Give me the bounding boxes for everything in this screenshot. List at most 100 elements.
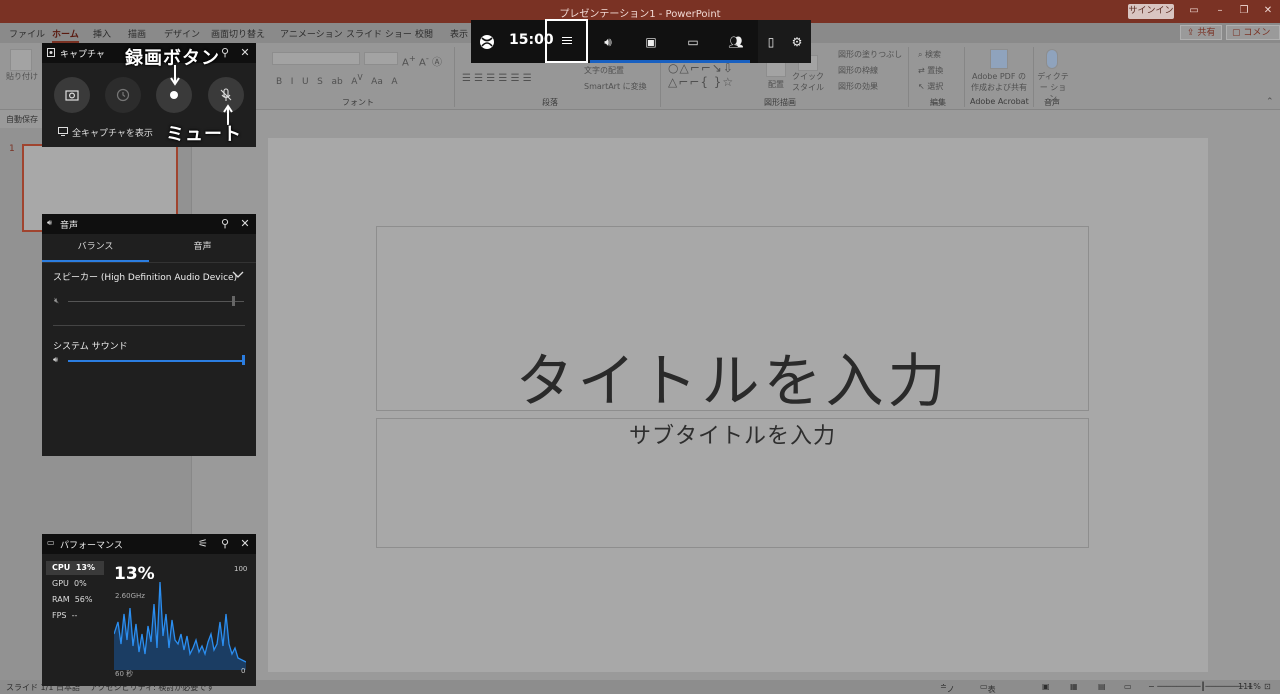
shape-outline-button[interactable]: 図形の枠線 [838, 65, 878, 76]
comment-button[interactable]: ▢ コメント [1226, 25, 1280, 53]
system-sound-label: システム サウンド [53, 342, 128, 352]
device-volume-slider[interactable] [68, 301, 244, 302]
drawing-group-label: 図形描画 [764, 98, 796, 107]
pin-icon[interactable]: ⚲ [218, 45, 232, 61]
share-label: 共有 [1197, 28, 1216, 38]
tab-file[interactable]: ファイル [9, 27, 45, 40]
audio-widget-icon[interactable]: 🔊︎ [598, 32, 618, 52]
signin-button[interactable]: サインイン [1128, 4, 1174, 19]
reading-view-icon[interactable]: ▤ [1098, 682, 1106, 691]
dictate-icon[interactable] [1046, 49, 1058, 69]
shapes-gallery[interactable]: ○△⌐⌐↘⇩ △⌐⌐{ }☆ [668, 61, 734, 89]
widget-menu-button[interactable] [545, 19, 588, 63]
tab-animations[interactable]: アニメーション [280, 27, 343, 40]
paragraph-align-icons[interactable]: ☰ ☰ ☰ ☰ ☰ ☰ [462, 73, 532, 84]
replace-button[interactable]: ⇄ 置換 [918, 65, 943, 76]
chevron-down-icon[interactable] [232, 268, 244, 280]
gallery-icon [58, 127, 68, 136]
tab-voice[interactable]: 音声 [149, 234, 256, 262]
system-speaker-icon[interactable]: 🔊︎ [53, 355, 58, 365]
mouse-icon[interactable]: ▯ [761, 32, 781, 52]
cpu-usage-graph [114, 581, 246, 670]
screenshot-button[interactable] [54, 77, 90, 113]
system-volume-thumb[interactable] [242, 355, 245, 365]
stat-label: CPU [52, 563, 71, 572]
stat-ram[interactable]: RAM 56% [46, 593, 104, 607]
xbox-logo-icon[interactable] [479, 34, 495, 50]
pin-icon[interactable]: ⚲ [218, 216, 232, 232]
replace-label: 置換 [927, 66, 944, 75]
font-grow-icon[interactable]: A+ A- Ⓐ [402, 53, 442, 68]
record-last-button[interactable] [105, 77, 141, 113]
tab-balance[interactable]: バランス [42, 234, 149, 262]
voice-group-label: 音声 [1044, 98, 1060, 107]
font-name-select[interactable] [272, 52, 360, 65]
tab-slideshow[interactable]: スライド ショー [346, 27, 412, 40]
slide-subtitle-text[interactable]: サブタイトルを入力 [376, 418, 1089, 450]
slide-canvas: タイトルを入力 サブタイトルを入力 [268, 138, 1208, 672]
social-widget-icon[interactable]: 👥︎ [726, 32, 746, 52]
status-display[interactable]: ▭ 表示設定 [980, 682, 996, 694]
options-icon[interactable]: ⚟ [196, 536, 210, 552]
font-format-icons[interactable]: B I U S ab AV Aa A [276, 73, 398, 87]
stat-value: 13% [75, 563, 95, 572]
collapse-ribbon-icon[interactable]: ⌃ [1266, 97, 1274, 107]
minimize-icon[interactable]: – [1212, 4, 1228, 18]
audio-widget: 🔊︎ 音声 ⚲ ✕ バランス 音声 スピーカー (High Definition… [42, 214, 256, 456]
fit-slide-icon[interactable]: ⊡ [1264, 682, 1271, 691]
paste-label: 貼り付け [6, 72, 38, 81]
tab-draw[interactable]: 描画 [128, 27, 146, 40]
speaker-muted-icon[interactable]: 🔇︎ [54, 296, 59, 306]
settings-gear-icon[interactable]: ⚙ [787, 32, 807, 52]
sorter-view-icon[interactable]: ▦ [1070, 682, 1078, 691]
find-button[interactable]: ⌕ 検索 [918, 49, 941, 60]
graph-min-label: 0 [241, 667, 246, 675]
pin-icon[interactable]: ⚲ [218, 536, 232, 552]
performance-widget-icon[interactable]: ▭ [683, 32, 703, 52]
close-icon[interactable]: ✕ [1260, 4, 1276, 18]
notes-label: ノート [946, 685, 955, 694]
ribbon-display-icon[interactable]: ▭ [1186, 4, 1202, 18]
show-all-captures-link[interactable]: 全キャプチャを表示 [72, 126, 153, 139]
audio-header: 🔊︎ 音声 ⚲ ✕ [42, 214, 256, 234]
stat-label: FPS [52, 611, 67, 620]
output-device-label[interactable]: スピーカー (High Definition Audio Device) [53, 270, 237, 283]
tab-review[interactable]: 校閲 [415, 27, 433, 40]
stat-cpu[interactable]: CPU 13% [46, 561, 104, 575]
tab-home[interactable]: ホーム [52, 27, 79, 43]
acrobat-group-label: Adobe Acrobat [970, 97, 1029, 106]
slide-title-text[interactable]: タイトルを入力 [376, 334, 1089, 418]
shape-fill-button[interactable]: 図形の塗りつぶし [838, 49, 902, 60]
normal-view-icon[interactable]: ▣ [1042, 682, 1050, 691]
tab-design[interactable]: デザイン [164, 27, 200, 40]
stat-gpu[interactable]: GPU 0% [46, 577, 104, 591]
device-volume-thumb[interactable] [232, 296, 235, 306]
stat-value: -- [71, 611, 78, 620]
zoom-level[interactable]: 111% [1238, 682, 1261, 691]
performance-widget: ▭ パフォーマンス ⚟ ⚲ ✕ CPU 13% GPU 0% RAM 56% F… [42, 534, 256, 686]
adobe-pdf-icon[interactable] [990, 49, 1008, 69]
stat-fps[interactable]: FPS -- [46, 609, 104, 623]
smartart-button[interactable]: SmartArt に変換 [584, 81, 647, 92]
select-button[interactable]: ↖ 選択 [918, 81, 943, 92]
autosave-label: 自動保存 [6, 115, 38, 124]
maximize-icon[interactable]: ❐ [1236, 4, 1252, 18]
close-icon[interactable]: ✕ [238, 536, 252, 552]
font-size-select[interactable] [364, 52, 398, 65]
shape-effect-button[interactable]: 図形の効果 [838, 81, 878, 92]
text-direction-button[interactable]: 文字の配置 [584, 65, 624, 76]
active-widgets-indicator [590, 60, 750, 63]
tab-insert[interactable]: 挿入 [93, 27, 111, 40]
capture-widget-icon[interactable]: ▣ [641, 32, 661, 52]
close-icon[interactable]: ✕ [238, 45, 252, 61]
tab-view[interactable]: 表示 [450, 27, 468, 40]
stat-value: 56% [74, 595, 93, 604]
paste-icon[interactable] [10, 49, 32, 71]
close-icon[interactable]: ✕ [238, 216, 252, 232]
capture-title: キャプチャ [60, 50, 105, 60]
status-notes[interactable]: ≐ ノート [940, 682, 955, 694]
slideshow-view-icon[interactable]: ▭ [1124, 682, 1132, 691]
system-volume-slider[interactable] [68, 360, 244, 362]
share-button[interactable]: ⇪ 共有 [1180, 25, 1223, 40]
tab-transitions[interactable]: 画面切り替え [211, 27, 265, 40]
